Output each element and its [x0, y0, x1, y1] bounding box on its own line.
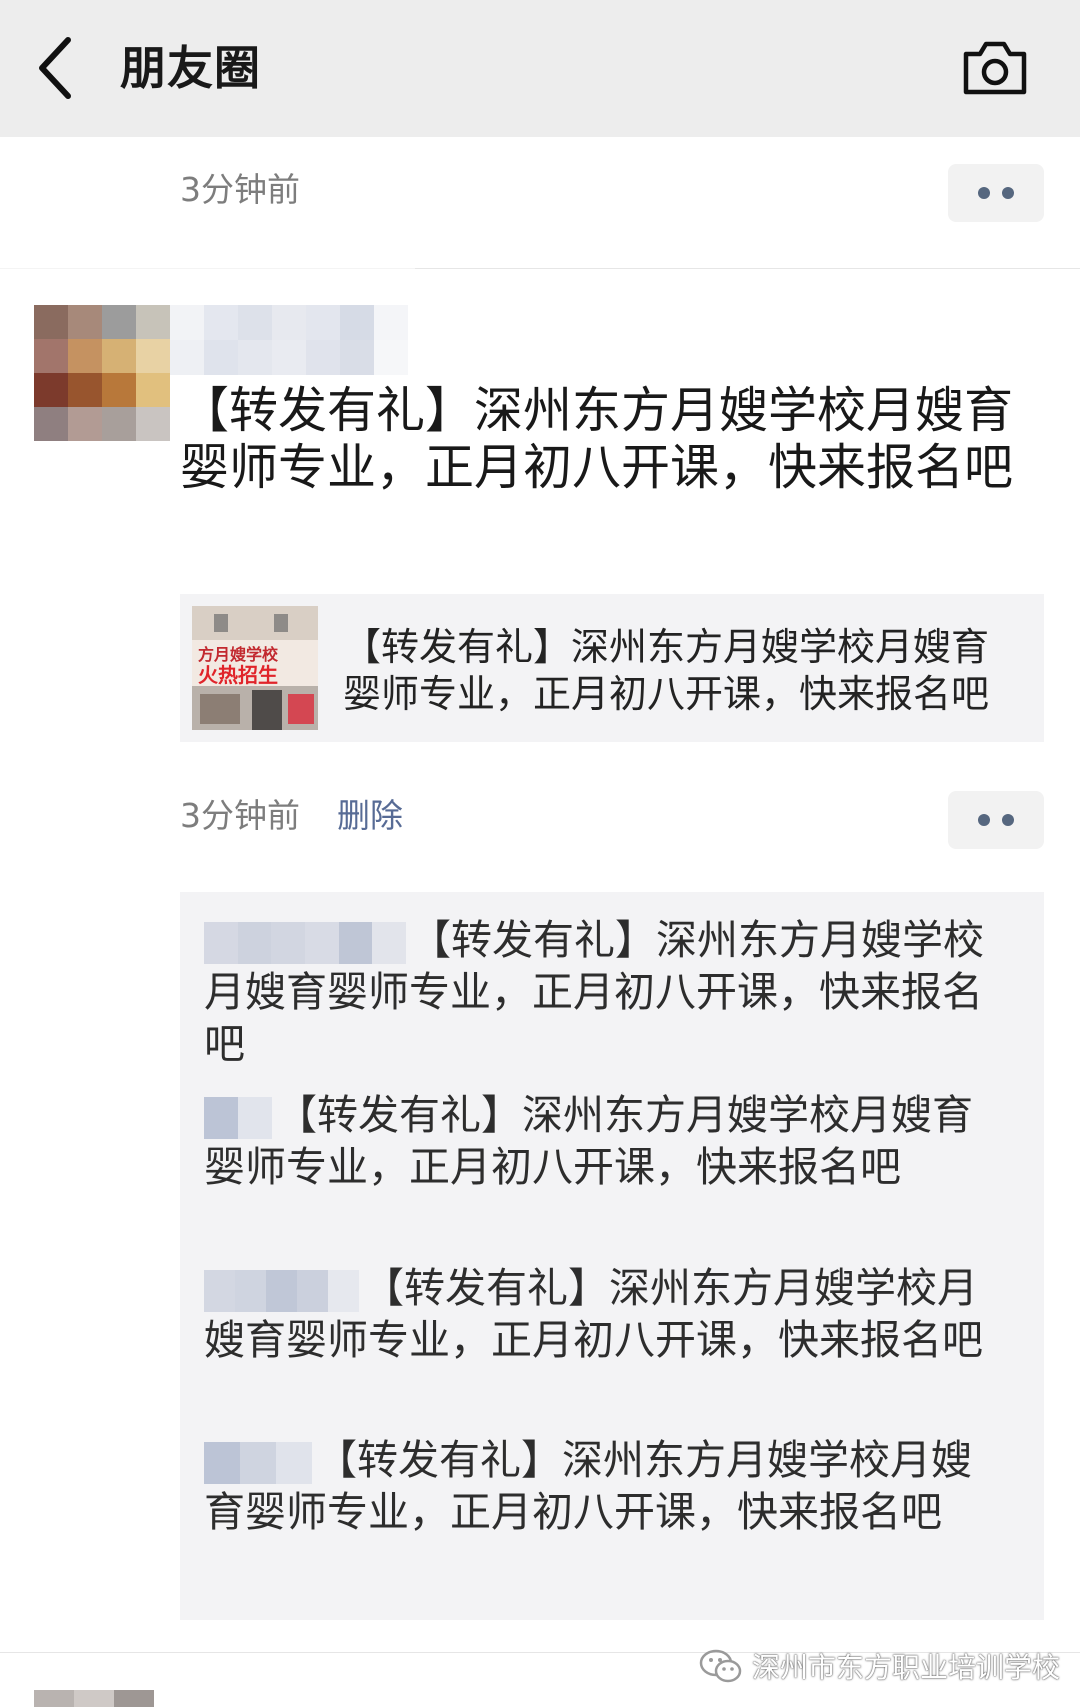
more-dot: [1002, 814, 1014, 826]
divider: [0, 268, 415, 269]
storefront-image: 方月嫂学校 火热招生: [192, 606, 318, 730]
more-dot: [978, 187, 990, 199]
page-title: 朋友圈: [120, 41, 261, 95]
chevron-left-icon: [39, 37, 71, 99]
more-button[interactable]: [948, 791, 1044, 849]
link-thumbnail: 方月嫂学校 火热招生: [192, 606, 318, 730]
username[interactable]: [170, 305, 408, 375]
thumb-sign-line1: 方月嫂学校: [198, 645, 279, 664]
delete-link[interactable]: 删除: [337, 794, 403, 838]
wechat-logo-icon: [699, 1649, 742, 1683]
commenter-name[interactable]: [204, 1097, 272, 1139]
moments-screen: 朋友圈 3分钟前 【转发有礼】深州东方月嫂学校月嫂育婴师专业，正月初八开课，快来…: [0, 0, 1080, 1707]
thumb-sign-line2: 火热招生: [198, 663, 278, 687]
post-time: 3分钟前: [180, 170, 300, 209]
avatar[interactable]: [34, 305, 170, 441]
post-text: 【转发有礼】深州东方月嫂学校月嫂育婴师专业，正月初八开课，快来报名吧: [180, 382, 1014, 496]
commenter-name[interactable]: [204, 922, 406, 964]
more-button[interactable]: [948, 164, 1044, 222]
back-button[interactable]: [30, 28, 90, 108]
nav-bar: 朋友圈: [0, 0, 1080, 137]
comment-text: 【转发有礼】深州东方月嫂学校月嫂育婴师专业，正月初八开课，快来报名吧: [204, 1436, 972, 1536]
commenter-name[interactable]: [204, 1270, 359, 1312]
more-dot: [1002, 187, 1014, 199]
post-time: 3分钟前: [180, 796, 300, 835]
comment-item[interactable]: 【转发有礼】深州东方月嫂学校月嫂育婴师专业，正月初八开课，快来报名吧: [204, 1262, 988, 1366]
camera-button[interactable]: [960, 36, 1030, 100]
watermark: 深州市东方职业培训学校: [698, 1644, 1060, 1688]
comment-item[interactable]: 【转发有礼】深州东方月嫂学校月嫂育婴师专业，正月初八开课，快来报名吧: [204, 1089, 988, 1193]
comment-item[interactable]: 【转发有礼】深州东方月嫂学校月嫂育婴师专业，正月初八开课，快来报名吧: [204, 1434, 988, 1538]
next-post-avatar: [34, 1690, 154, 1707]
watermark-text: 深州市东方职业培训学校: [752, 1651, 1061, 1684]
comments-box: 【转发有礼】深州东方月嫂学校月嫂育婴师专业，正月初八开课，快来报名吧 【转发有礼…: [180, 892, 1044, 1620]
shared-link-card[interactable]: 方月嫂学校 火热招生 【转发有礼】深州东方月嫂学校月嫂育婴师专业，正月初八开课，…: [180, 594, 1044, 742]
comment-text: 【转发有礼】深州东方月嫂学校月嫂育婴师专业，正月初八开课，快来报名吧: [204, 1091, 973, 1191]
more-dot: [978, 814, 990, 826]
divider: [415, 268, 1080, 269]
commenter-name[interactable]: [204, 1442, 312, 1484]
comment-item[interactable]: 【转发有礼】深州东方月嫂学校月嫂育婴师专业，正月初八开课，快来报名吧: [204, 914, 988, 1070]
link-title: 【转发有礼】深州东方月嫂学校月嫂育婴师专业，正月初八开课，快来报名吧: [343, 625, 990, 716]
camera-icon: [963, 41, 1027, 95]
